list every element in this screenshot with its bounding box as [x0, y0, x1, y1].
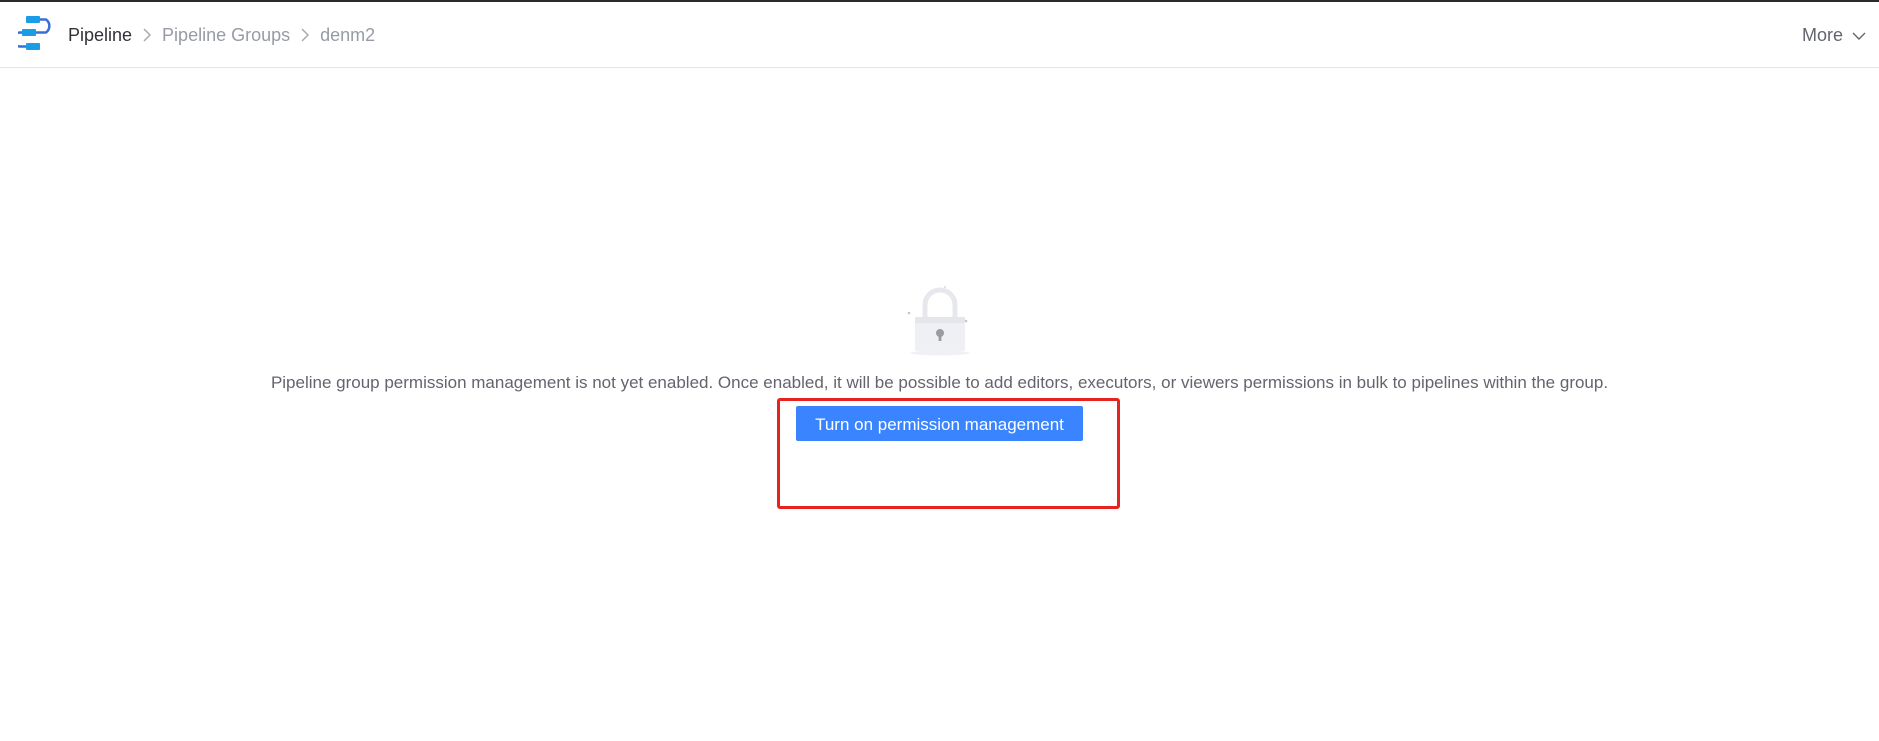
empty-state-description: Pipeline group permission management is …: [270, 373, 1609, 392]
breadcrumb-pipeline[interactable]: Pipeline: [68, 25, 132, 46]
breadcrumb: Pipeline Pipeline Groups denm2: [68, 2, 375, 68]
top-header: Pipeline Pipeline Groups denm2 More: [0, 2, 1879, 68]
turn-on-permission-management-button[interactable]: Turn on permission management: [796, 406, 1083, 441]
chevron-down-icon: [1851, 25, 1867, 46]
more-label: More: [1801, 24, 1843, 45]
chevron-right-icon: [132, 25, 162, 45]
permission-empty-state: Pipeline group permission management is …: [0, 285, 1879, 441]
pipeline-logo-icon[interactable]: [11, 16, 58, 52]
more-menu-button[interactable]: More: [1802, 2, 1867, 68]
lock-icon: [905, 285, 975, 357]
breadcrumb-current-group: denm2: [320, 24, 376, 45]
chevron-right-icon: [290, 25, 320, 45]
breadcrumb-pipeline-groups[interactable]: Pipeline Groups: [162, 25, 290, 46]
